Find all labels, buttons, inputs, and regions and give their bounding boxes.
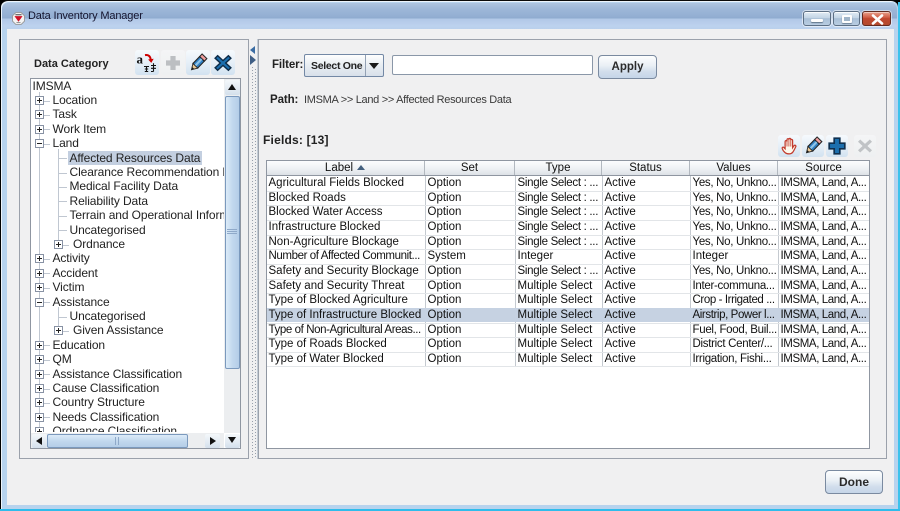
svg-text:a: a: [137, 52, 144, 66]
